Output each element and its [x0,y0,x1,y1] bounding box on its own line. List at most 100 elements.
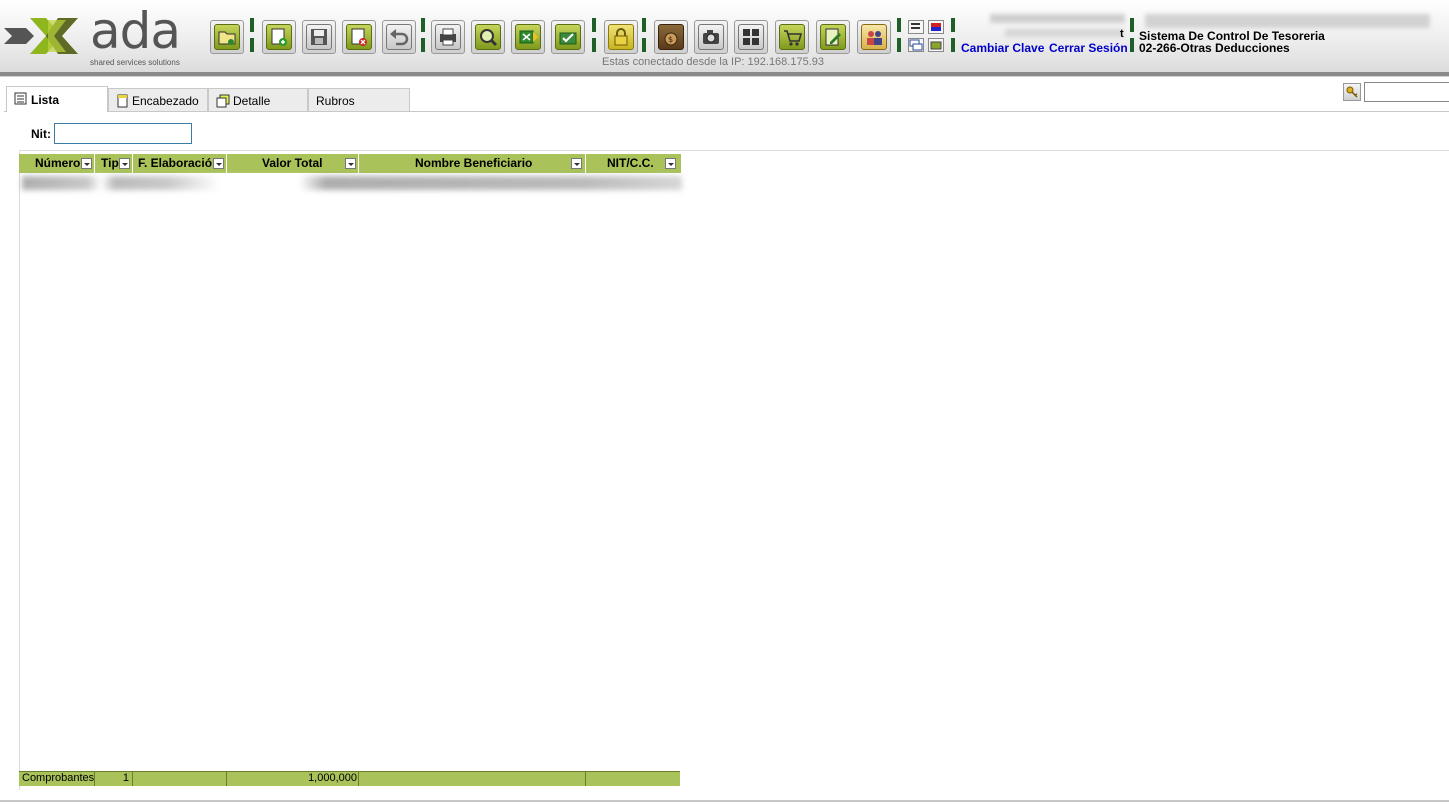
column-header-nombre-beneficiario[interactable]: Nombre Beneficiario [359,154,586,173]
delete-button[interactable] [342,20,376,54]
nit-input[interactable] [54,123,192,144]
column-label: Número [35,156,81,170]
chevron-down-icon[interactable] [119,158,130,169]
delete-icon [351,28,367,46]
save-icon [311,29,327,45]
toolbar-separator [592,38,596,52]
footer-cell [133,772,227,786]
table-row[interactable] [22,176,682,190]
column-label: Tip [101,156,119,170]
cascade-windows-button[interactable] [908,38,924,52]
lock-button[interactable] [604,20,638,54]
approve-button[interactable] [551,20,585,54]
window-list-button[interactable] [908,20,924,34]
svg-text:$: $ [668,35,673,44]
search-button[interactable] [471,20,505,54]
column-header-valor-total[interactable]: Valor Total [227,154,359,173]
camera-icon [703,30,719,44]
new-button[interactable] [262,20,296,54]
footer-label: Comprobantes [19,772,95,786]
username-suffix: t [1120,28,1124,40]
money-bag-icon: $ [664,32,678,46]
save-button[interactable] [302,20,336,54]
excel-export-button[interactable] [511,20,545,54]
folder-button[interactable] [928,38,944,52]
lock-icon [614,28,628,46]
grid-icon [743,29,759,45]
chevron-down-icon[interactable] [81,158,92,169]
header-divider-light [0,76,1449,77]
flag-icon [931,23,941,31]
bottom-divider [0,800,1449,802]
print-button[interactable] [431,20,465,54]
column-label: Nombre Beneficiario [415,156,533,170]
footer-total: 1,000,000 [227,772,359,786]
tab-encabezado[interactable]: Encabezado [108,88,208,111]
logo-tagline: shared services solutions [90,58,180,67]
redacted-date [990,14,1125,23]
column-header-tipo[interactable]: Tip [95,154,133,173]
tabs-baseline [4,111,1449,112]
quick-search-input[interactable] [1364,82,1449,102]
toolbar-separator [421,38,425,52]
new-icon [271,28,287,46]
quick-search-button[interactable] [1343,83,1361,101]
undo-icon [390,29,409,46]
footer-cell [586,772,680,786]
column-label: Valor Total [262,156,323,170]
tab-detalle[interactable]: Detalle [208,88,308,111]
undo-button[interactable] [382,20,416,54]
column-header-numero[interactable]: Número [19,154,95,173]
change-password-link[interactable]: Cambiar Clave [961,41,1044,55]
column-header-nit-cc[interactable]: NIT/C.C. [586,154,681,173]
cascade-windows-icon [909,39,923,51]
tab-lista[interactable]: Lista [6,86,108,112]
chevron-down-icon[interactable] [665,158,676,169]
search-icon [480,29,498,47]
nit-label: Nit: [31,127,51,141]
header-separator [951,18,955,32]
approve-icon [559,32,577,45]
keys-icon [1346,86,1358,98]
open-button[interactable] [210,20,244,54]
users-icon [867,31,882,45]
edit-document-button[interactable] [816,20,850,54]
logout-link[interactable]: Cerrar Sesión [1049,41,1128,55]
column-label: NIT/C.C. [607,156,654,170]
connection-info: Estas conectado desde la IP: 192.168.175… [602,56,824,68]
money-bag-button[interactable]: $ [654,20,688,54]
flag-button[interactable] [928,20,944,34]
folder-icon [930,41,942,50]
excel-export-icon [519,30,538,44]
logo-mark-icon [4,18,78,54]
toolbar-separator [897,38,901,52]
grid-button[interactable] [734,20,768,54]
tab-label: Rubros [316,94,355,108]
redacted-username [1005,29,1123,37]
grid-footer: Comprobantes 1 1,000,000 [19,771,680,786]
column-header-f-elaboracion[interactable]: F. Elaboració [133,154,227,173]
toolbar-separator [642,38,646,52]
footer-cell [359,772,586,786]
header-separator [1130,38,1134,52]
chevron-down-icon[interactable] [345,158,356,169]
chevron-down-icon[interactable] [213,158,224,169]
list-icon [14,92,27,105]
toolbar-separator [421,18,425,32]
chevron-down-icon[interactable] [571,158,582,169]
tab-label: Detalle [233,94,271,108]
grid-frame [19,150,1449,790]
toolbar-separator [250,38,254,52]
toolbar-separator [897,18,901,32]
header-separator [951,38,955,52]
edit-document-icon [825,28,841,46]
users-button[interactable] [857,20,891,54]
toolbar-separator [250,18,254,32]
tab-label: Encabezado [132,94,199,108]
camera-button[interactable] [694,20,728,54]
header-doc-icon [117,94,128,108]
window-list-icon [911,23,920,29]
cart-button[interactable] [775,20,809,54]
detail-icon [216,94,230,108]
tab-rubros[interactable]: Rubros [308,88,410,111]
